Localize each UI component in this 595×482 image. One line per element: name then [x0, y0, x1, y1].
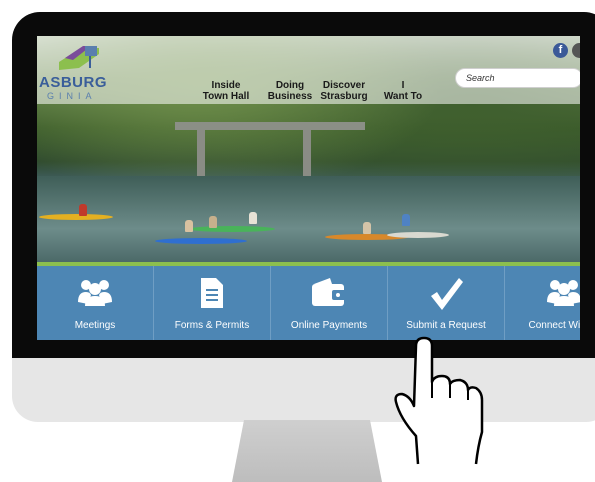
kayak [39, 214, 113, 220]
tile-label: Submit a Request [406, 320, 486, 331]
paddler [363, 222, 371, 234]
checkmark-icon [431, 278, 463, 310]
site-logo-text[interactable]: ASBURG [39, 74, 107, 91]
facebook-icon[interactable]: f [553, 43, 568, 58]
tile-connect-with-us[interactable]: Connect With U [505, 266, 580, 340]
tile-submit-request[interactable]: Submit a Request [388, 266, 505, 340]
bridge [175, 122, 365, 130]
kayak [387, 232, 449, 238]
site-header: ASBURG GINIA Inside Town Hall Doing Busi… [37, 36, 580, 104]
kayak [189, 226, 275, 232]
tile-label: Online Payments [290, 320, 368, 331]
paddler [209, 216, 217, 228]
nav-label: Doing [275, 80, 305, 91]
paddler [79, 204, 87, 216]
monitor-stand [232, 420, 382, 482]
social-icon[interactable] [572, 43, 580, 58]
nav-item-inside-town-hall[interactable]: Inside Town Hall [200, 80, 252, 102]
tile-label: Meetings [74, 320, 116, 331]
paddler [249, 212, 257, 224]
nav-item-i-want-to[interactable]: I Want To [378, 80, 428, 102]
nav-label: Strasburg [320, 91, 368, 102]
screen: ASBURG GINIA Inside Town Hall Doing Busi… [37, 36, 580, 340]
tile-label: Forms & Permits [174, 320, 250, 331]
tile-label: Connect With U [528, 320, 580, 331]
nav-item-discover-strasburg[interactable]: Discover Strasburg [316, 80, 372, 102]
nav-item-doing-business[interactable]: Doing Business [258, 80, 322, 102]
nav-label: Want To [383, 91, 423, 102]
tile-forms-permits[interactable]: Forms & Permits [154, 266, 271, 340]
tile-online-payments[interactable]: Online Payments [271, 266, 388, 340]
pointing-hand-icon [394, 336, 484, 465]
main-nav: Inside Town Hall Doing Business Discover… [200, 80, 428, 102]
quick-links: Meetings Forms & Permits Online Payments [37, 266, 580, 340]
nav-label: I [401, 80, 405, 91]
group-icon [546, 280, 580, 306]
nav-label: Discover [322, 80, 366, 91]
tile-meetings[interactable]: Meetings [37, 266, 154, 340]
paddler [185, 220, 193, 232]
paddler [402, 214, 410, 226]
nav-label: Business [267, 91, 313, 102]
nav-label: Inside [211, 80, 241, 91]
site-logo-subtitle: GINIA [47, 91, 97, 101]
wallet-icon [312, 278, 346, 306]
river [37, 176, 580, 264]
nav-label: Town Hall [202, 91, 250, 102]
water-tower-logo-icon [59, 46, 99, 70]
document-icon [201, 278, 223, 308]
search-input[interactable]: Search [455, 68, 580, 88]
kayak [155, 238, 247, 244]
people-icon [78, 280, 112, 306]
monitor-chin [12, 358, 595, 422]
